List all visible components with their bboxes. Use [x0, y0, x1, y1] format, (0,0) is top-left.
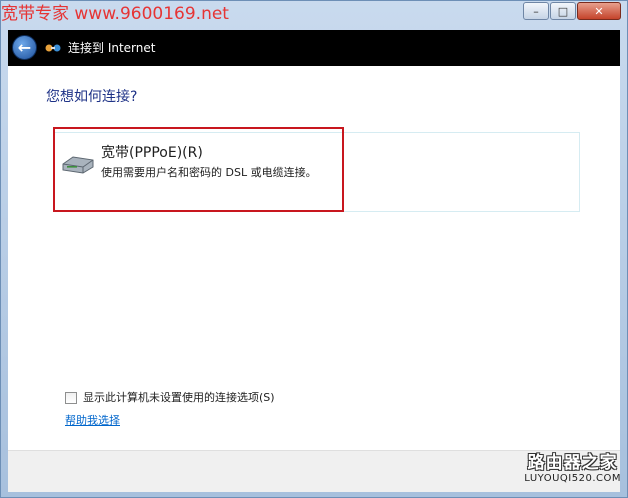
navigation-bar: ← 连接到 Internet [8, 30, 620, 66]
close-button[interactable]: ✕ [577, 2, 621, 20]
brand-name: 路由器之家 [527, 453, 618, 473]
back-button[interactable]: ← [12, 35, 37, 60]
show-options-checkbox[interactable] [65, 391, 77, 404]
show-options-row[interactable]: 显示此计算机未设置使用的连接选项(S) [65, 390, 275, 405]
caption-buttons: – □ ✕ [522, 2, 621, 20]
page-heading: 您想如何连接? [46, 89, 138, 105]
help-me-choose-link[interactable]: 帮助我选择 [65, 413, 120, 428]
maximize-button[interactable]: □ [550, 2, 576, 20]
dialog-window: 宽带专家 www.9600169.net – □ ✕ ← 连接到 Interne… [0, 0, 628, 498]
brand-url: LUYOUQI520.COM [524, 473, 621, 484]
back-arrow-icon: ← [17, 38, 32, 57]
wizard-title: 连接到 Internet [68, 41, 156, 55]
network-icon [45, 44, 61, 52]
content-area: 您想如何连接? 宽带(PPPoE)(R) 使用需要用户名和密码的 DSL 或电缆… [8, 66, 620, 450]
brand-logo: 路由器之家 LUYOUQI520.COM [524, 453, 621, 485]
watermark-text: 宽带专家 www.9600169.net [1, 4, 229, 24]
title-bar: 宽带专家 www.9600169.net – □ ✕ [1, 1, 627, 29]
minimize-button[interactable]: – [523, 2, 549, 20]
show-options-label[interactable]: 显示此计算机未设置使用的连接选项(S) [83, 390, 275, 405]
pppoe-option-button[interactable] [53, 127, 344, 212]
